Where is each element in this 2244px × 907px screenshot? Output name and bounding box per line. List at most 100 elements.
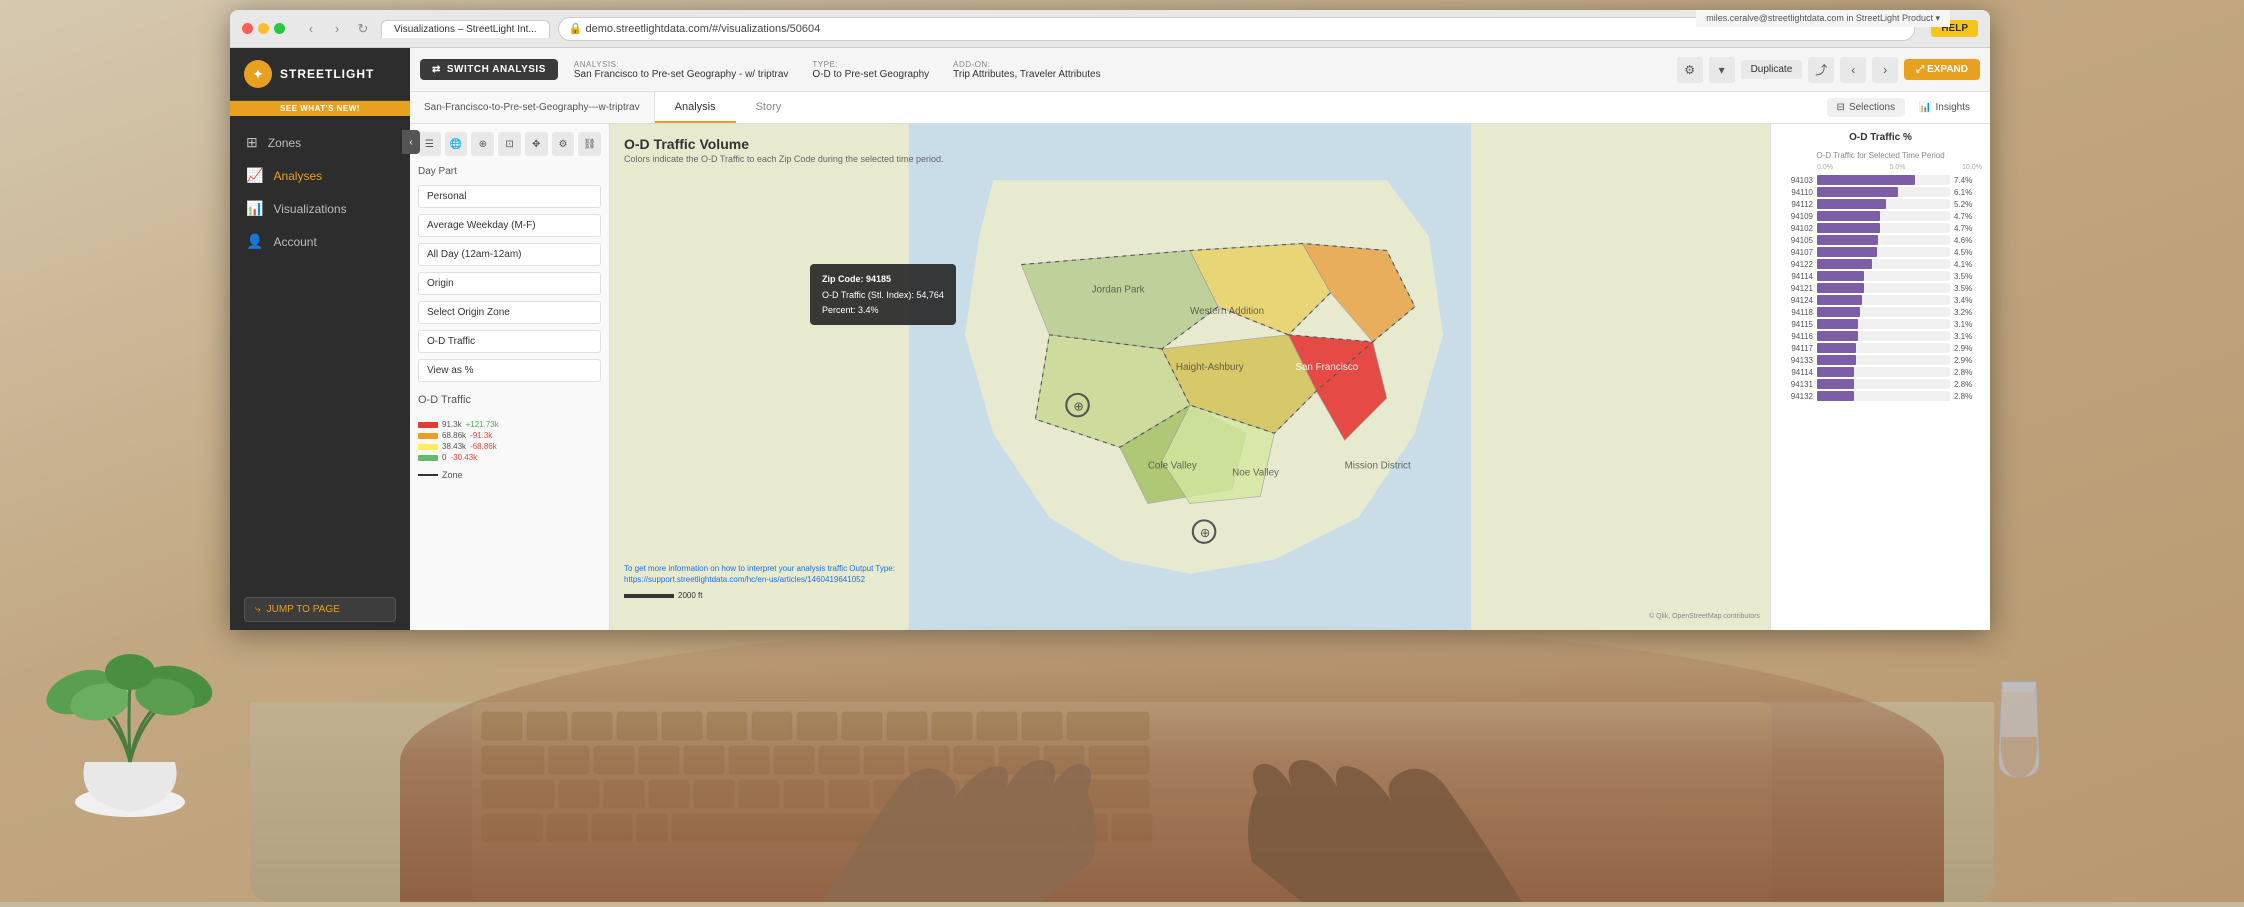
filter-personal[interactable]: Personal [418,185,601,208]
jump-to-page-btn[interactable]: ⤷ JUMP TO PAGE [244,597,396,622]
whats-new-banner[interactable]: SEE WHAT'S NEW! [230,101,410,116]
bar-label: 94117 [1779,344,1813,353]
bar-value: 3.5% [1954,272,1982,281]
legend-row-3: 38.43k -68.86k [418,442,601,451]
refresh-btn[interactable]: ↻ [353,19,373,39]
user-info: miles.ceralve@streetlightdata.com in Str… [1696,10,1950,27]
sidebar-nav: ⊞ Zones 📈 Analyses 📊 Visualizations 👤 Ac… [230,116,410,589]
bar-label: 94103 [1779,176,1813,185]
nav-prev-btn[interactable]: ‹ [1840,57,1866,83]
sidebar-item-analyses[interactable]: 📈 Analyses [230,159,410,192]
bar-chart: 941037.4%941106.1%941125.2%941094.7%9410… [1779,175,1982,401]
zoom-select-btn[interactable]: ⊡ [498,132,521,156]
sidebar-item-account[interactable]: 👤 Account [230,225,410,258]
bar-track [1817,367,1950,377]
maximize-window-btn[interactable] [274,23,285,34]
map-area[interactable]: O-D Traffic Volume Colors indicate the O… [610,124,1770,630]
tab-right-actions: ⊟ Selections 📊 Insights [1827,92,1990,123]
bar-fill [1817,367,1854,377]
bar-value: 3.5% [1954,284,1982,293]
legend-color-green [418,455,438,461]
minimize-window-btn[interactable] [258,23,269,34]
options-btn[interactable]: ▾ [1709,57,1735,83]
bar-fill [1817,259,1872,269]
browser-tab[interactable]: Visualizations – StreetLight Int... [381,20,550,38]
bar-value: 3.2% [1954,308,1982,317]
bar-label: 94132 [1779,392,1813,401]
nav-next-btn[interactable]: › [1872,57,1898,83]
zoom-in-btn[interactable]: ⊕ [471,132,494,156]
settings2-btn[interactable]: ⚙ [552,132,575,156]
bar-track [1817,175,1950,185]
bar-label: 94110 [1779,188,1813,197]
od-traffic-chart-title: O-D Traffic [418,394,601,406]
settings-btn[interactable]: ⚙ [1677,57,1703,83]
bar-value: 7.4% [1954,176,1982,185]
bar-row: 941153.1% [1779,319,1982,329]
bar-track [1817,355,1950,365]
filter-select-origin[interactable]: Select Origin Zone [418,301,601,324]
bar-value: 3.1% [1954,332,1982,341]
top-bar-right: ⚙ ▾ Duplicate ⤴ ‹ › ⤢ EXPAND [1677,57,1980,83]
bar-row: 941224.1% [1779,259,1982,269]
tab-story[interactable]: Story [736,92,802,123]
bar-value: 2.8% [1954,380,1982,389]
filter-od-traffic[interactable]: O-D Traffic [418,330,601,353]
forward-btn[interactable]: › [327,19,347,39]
zone-line-icon [418,474,438,476]
sidebar-collapse-btn[interactable]: ‹ [402,130,420,154]
bar-value: 2.9% [1954,356,1982,365]
expand-button[interactable]: ⤢ EXPAND [1904,59,1980,80]
analysis-info: ANALYSIS: San Francisco to Pre-set Geogr… [574,60,789,80]
day-part-label: Day Part [418,166,601,177]
browser-chrome: ‹ › ↻ Visualizations – StreetLight Int..… [230,10,1990,48]
filter-origin[interactable]: Origin [418,272,601,295]
menu-btn[interactable]: ☰ [418,132,441,156]
bar-fill [1817,175,1915,185]
bar-fill [1817,199,1886,209]
svg-text:San Francisco: San Francisco [1295,362,1358,373]
analyses-icon: 📈 [246,167,263,184]
duplicate-button[interactable]: Duplicate [1741,60,1803,79]
bar-value: 3.1% [1954,320,1982,329]
legend-color-yellow [418,444,438,450]
bar-row: 94131 2.8% [1779,379,1982,389]
expand-icon: ⤢ [1916,64,1924,75]
sidebar-item-zones[interactable]: ⊞ Zones [230,126,410,159]
globe-btn[interactable]: 🌐 [445,132,468,156]
filter-view-as-percent[interactable]: View as % [418,359,601,382]
bar-label: 94112 [1779,200,1813,209]
bar-track [1817,247,1950,257]
bar-track [1817,343,1950,353]
share-btn[interactable]: ⤴ [1808,57,1834,83]
drag-btn[interactable]: ✥ [525,132,548,156]
switch-analysis-button[interactable]: ⇄ SWITCH ANALYSIS [420,59,558,80]
map-visualization[interactable]: Jordan Park Western Addition Haight-Ashb… [610,124,1770,630]
hands-overlay [400,622,1944,902]
legend-row-4: 0 -30.43k [418,453,601,462]
back-btn[interactable]: ‹ [301,19,321,39]
brand-logo: ✦ [244,60,272,88]
chart-panel: O-D Traffic % O-D Traffic for Selected T… [1770,124,1990,630]
filter-allday[interactable]: All Day (12am-12am) [418,243,601,266]
bar-value: 4.7% [1954,212,1982,221]
selections-btn[interactable]: ⊟ Selections [1827,98,1906,117]
insights-btn[interactable]: 📊 Insights [1909,98,1980,117]
svg-text:Western Addition: Western Addition [1190,306,1264,317]
bar-label: 94124 [1779,296,1813,305]
close-window-btn[interactable] [242,23,253,34]
map-info-link[interactable]: To get more information on how to interp… [624,563,944,585]
link-btn[interactable]: ⛓ [578,132,601,156]
filter-weekday[interactable]: Average Weekday (M-F) [418,214,601,237]
tab-analysis[interactable]: Analysis [655,92,736,123]
metric-legend: 91.3k +121.73k 68.86k -91.3k 38.43k -68.… [418,420,601,462]
bar-row: 941322.8% [1779,391,1982,401]
bar-value: 6.1% [1954,188,1982,197]
chart-axis-labels: 0.0% 5.0% 10.0% [1779,164,1982,171]
bar-label: 94131 [1779,380,1813,389]
bar-label: 94105 [1779,236,1813,245]
bar-value: 4.7% [1954,224,1982,233]
legend-color-red [418,422,438,428]
bar-track [1817,295,1950,305]
sidebar-item-visualizations[interactable]: 📊 Visualizations [230,192,410,225]
